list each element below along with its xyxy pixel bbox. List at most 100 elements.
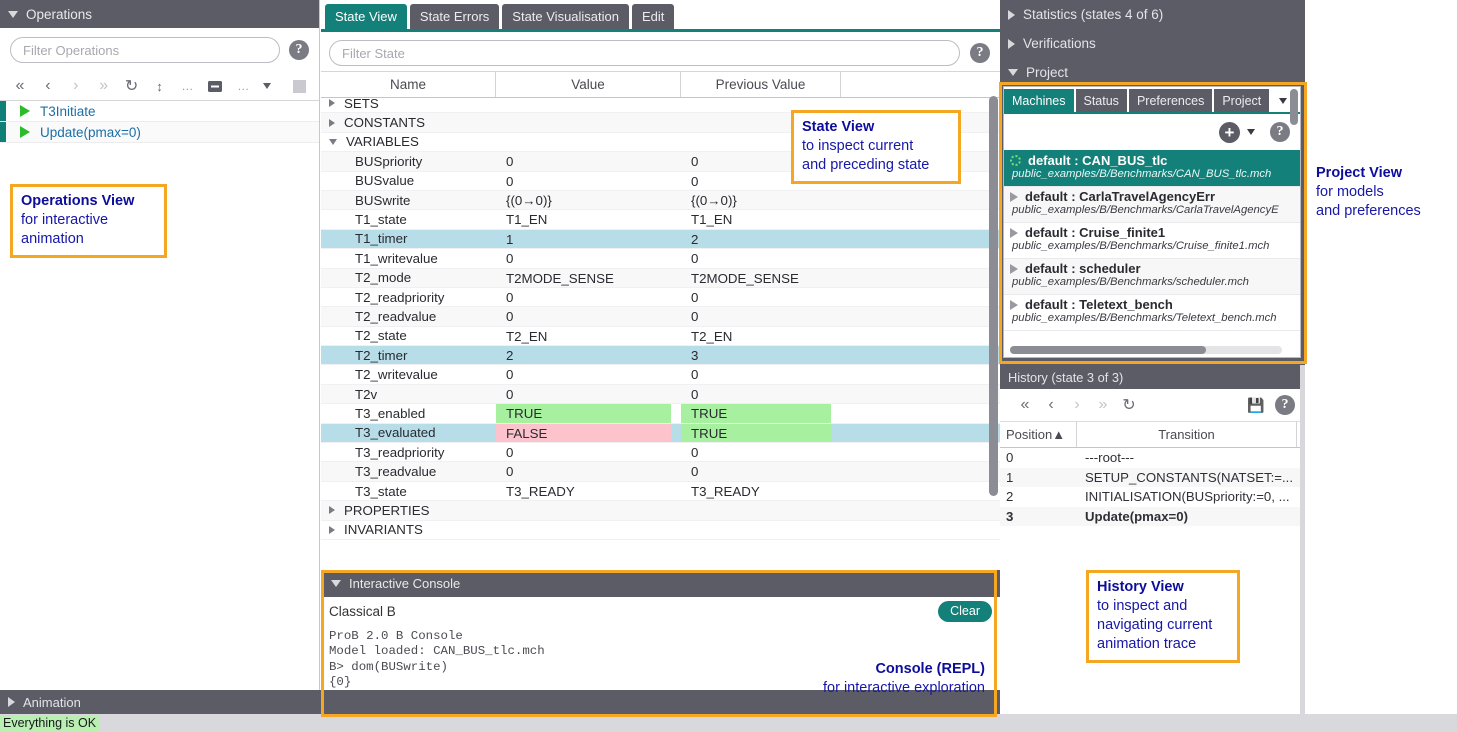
chevron-down-icon[interactable] bbox=[329, 139, 337, 145]
tab-state-view[interactable]: State View bbox=[325, 4, 407, 29]
chevron-right-icon[interactable] bbox=[1010, 264, 1018, 274]
chevron-right-icon[interactable] bbox=[329, 119, 335, 127]
tab-state-visualisation[interactable]: State Visualisation bbox=[502, 4, 629, 29]
list-item[interactable]: T3Initiate bbox=[0, 101, 319, 122]
machine-list-item[interactable]: default : schedulerpublic_examples/B/Ben… bbox=[1004, 259, 1300, 295]
chevron-down-icon[interactable] bbox=[1247, 129, 1255, 135]
state-name-label: T3_state bbox=[355, 484, 407, 499]
state-scrollbar[interactable] bbox=[989, 96, 998, 526]
state-row-value: 1 bbox=[496, 230, 681, 248]
table-row[interactable]: BUSwrite{(0→0)}{(0→0)} bbox=[321, 191, 1000, 210]
machines-horizontal-scrollbar[interactable] bbox=[1010, 346, 1282, 354]
add-machine-icon[interactable]: + bbox=[1219, 122, 1240, 143]
tab-edit[interactable]: Edit bbox=[632, 4, 674, 29]
state-row-value: FALSE bbox=[496, 424, 681, 442]
collapse-icon[interactable] bbox=[201, 73, 229, 99]
accordion-project[interactable]: Project bbox=[1000, 58, 1305, 87]
help-icon[interactable]: ? bbox=[1270, 122, 1290, 142]
table-row[interactable]: 3Update(pmax=0) bbox=[1000, 507, 1305, 527]
state-row-name: T1_writevalue bbox=[321, 251, 496, 266]
list-item[interactable]: Update(pmax=0) bbox=[0, 122, 319, 143]
state-row-value: 0 bbox=[496, 288, 681, 306]
table-row[interactable]: 0---root--- bbox=[1000, 448, 1305, 468]
state-name-label: CONSTANTS bbox=[344, 115, 425, 130]
last-icon[interactable]: » bbox=[1090, 392, 1116, 418]
machine-list-item[interactable]: default : Teletext_benchpublic_examples/… bbox=[1004, 295, 1300, 331]
table-row[interactable]: T3_readvalue00 bbox=[321, 462, 1000, 481]
state-row-name: T2_readpriority bbox=[321, 290, 496, 305]
save-icon[interactable]: 💾 bbox=[1243, 392, 1269, 418]
previous-icon[interactable]: ‹ bbox=[1038, 392, 1064, 418]
table-row[interactable]: T2v00 bbox=[321, 385, 1000, 404]
chevron-right-icon[interactable] bbox=[329, 526, 335, 534]
operations-panel-header[interactable]: Operations bbox=[0, 0, 319, 28]
chevron-right-icon[interactable] bbox=[1010, 192, 1018, 202]
state-row-name: T3_readpriority bbox=[321, 445, 496, 460]
history-table-body: 0---root---1SETUP_CONSTANTS(NATSET:=...2… bbox=[1000, 448, 1305, 526]
accordion-verifications[interactable]: Verifications bbox=[1000, 29, 1305, 58]
loading-spinner-icon[interactable] bbox=[1010, 155, 1021, 166]
filter-state-input[interactable] bbox=[329, 40, 960, 66]
chevron-right-icon[interactable] bbox=[1010, 228, 1018, 238]
previous-icon[interactable]: ‹ bbox=[34, 73, 62, 99]
scrollbar-thumb[interactable] bbox=[989, 96, 998, 496]
table-row[interactable]: T3_stateT3_READYT3_READY bbox=[321, 482, 1000, 501]
sort-icon[interactable]: ↕ bbox=[146, 73, 174, 99]
annotation-title: Project View bbox=[1316, 165, 1402, 181]
scrollbar-thumb[interactable] bbox=[1010, 346, 1206, 354]
table-row[interactable]: T2_readpriority00 bbox=[321, 288, 1000, 307]
chevron-right-icon[interactable] bbox=[329, 506, 335, 514]
table-row[interactable]: T2_readvalue00 bbox=[321, 307, 1000, 326]
console-panel-header[interactable]: Interactive Console bbox=[321, 570, 1000, 597]
tab-preferences[interactable]: Preferences bbox=[1129, 89, 1212, 112]
clear-button[interactable]: Clear bbox=[938, 601, 992, 622]
help-icon[interactable]: ? bbox=[970, 43, 990, 63]
state-row-value bbox=[496, 113, 681, 131]
last-icon[interactable]: » bbox=[90, 73, 118, 99]
chevron-right-icon[interactable] bbox=[1010, 300, 1018, 310]
ellipsis2-icon[interactable]: … bbox=[229, 73, 257, 99]
table-row[interactable]: T2_writevalue00 bbox=[321, 365, 1000, 384]
table-row[interactable]: PROPERTIES bbox=[321, 501, 1000, 520]
column-header-position[interactable]: Position▲ bbox=[1000, 422, 1077, 447]
machines-scrollbar-thumb[interactable] bbox=[1290, 89, 1298, 125]
table-row[interactable]: T1_stateT1_ENT1_EN bbox=[321, 210, 1000, 229]
annotation-line1: to inspect current bbox=[802, 138, 913, 154]
table-row[interactable]: 2INITIALISATION(BUSpriority:=0, ... bbox=[1000, 487, 1305, 507]
ellipsis-icon[interactable]: … bbox=[173, 73, 201, 99]
table-row[interactable]: T2_stateT2_ENT2_EN bbox=[321, 327, 1000, 346]
help-icon[interactable]: ? bbox=[1275, 395, 1295, 415]
machine-list-item[interactable]: default : CarlaTravelAgencyErrpublic_exa… bbox=[1004, 187, 1300, 223]
first-icon[interactable]: « bbox=[1012, 392, 1038, 418]
table-row[interactable]: 1SETUP_CONSTANTS(NATSET:=... bbox=[1000, 468, 1305, 488]
table-row[interactable]: T3_readpriority00 bbox=[321, 443, 1000, 462]
tab-status[interactable]: Status bbox=[1076, 89, 1127, 112]
accordion-statistics[interactable]: Statistics (states 4 of 6) bbox=[1000, 0, 1305, 29]
state-value-label: 0 bbox=[496, 443, 671, 461]
stop-icon[interactable] bbox=[285, 73, 313, 99]
tab-project[interactable]: Project bbox=[1214, 89, 1269, 112]
help-icon[interactable]: ? bbox=[289, 40, 309, 60]
filter-operations-input[interactable] bbox=[10, 37, 280, 63]
chevron-right-icon[interactable] bbox=[329, 99, 335, 107]
table-row[interactable]: T2_timer23 bbox=[321, 346, 1000, 365]
table-row[interactable]: INVARIANTS bbox=[321, 521, 1000, 540]
reload-icon[interactable]: ↻ bbox=[118, 73, 146, 99]
next-icon[interactable]: › bbox=[1064, 392, 1090, 418]
next-icon[interactable]: › bbox=[62, 73, 90, 99]
table-row[interactable]: T3_enabledTRUETRUE bbox=[321, 404, 1000, 423]
table-row[interactable]: T3_evaluatedFALSETRUE bbox=[321, 424, 1000, 443]
state-value-label: T1_EN bbox=[496, 210, 671, 228]
table-row[interactable]: T2_modeT2MODE_SENSET2MODE_SENSE bbox=[321, 269, 1000, 288]
table-row[interactable]: T1_writevalue00 bbox=[321, 249, 1000, 268]
first-icon[interactable]: « bbox=[6, 73, 34, 99]
machine-list-item[interactable]: default : Cruise_finite1public_examples/… bbox=[1004, 223, 1300, 259]
dropdown-icon[interactable] bbox=[257, 73, 285, 99]
column-header-transition[interactable]: Transition bbox=[1077, 422, 1297, 447]
machine-list-item[interactable]: default : CAN_BUS_tlcpublic_examples/B/B… bbox=[1004, 151, 1300, 187]
reload-icon[interactable]: ↻ bbox=[1116, 392, 1142, 418]
tab-state-errors[interactable]: State Errors bbox=[410, 4, 499, 29]
table-row[interactable]: T1_timer12 bbox=[321, 230, 1000, 249]
tab-machines[interactable]: Machines bbox=[1004, 89, 1074, 112]
annotation-title: Console (REPL) bbox=[875, 661, 985, 677]
